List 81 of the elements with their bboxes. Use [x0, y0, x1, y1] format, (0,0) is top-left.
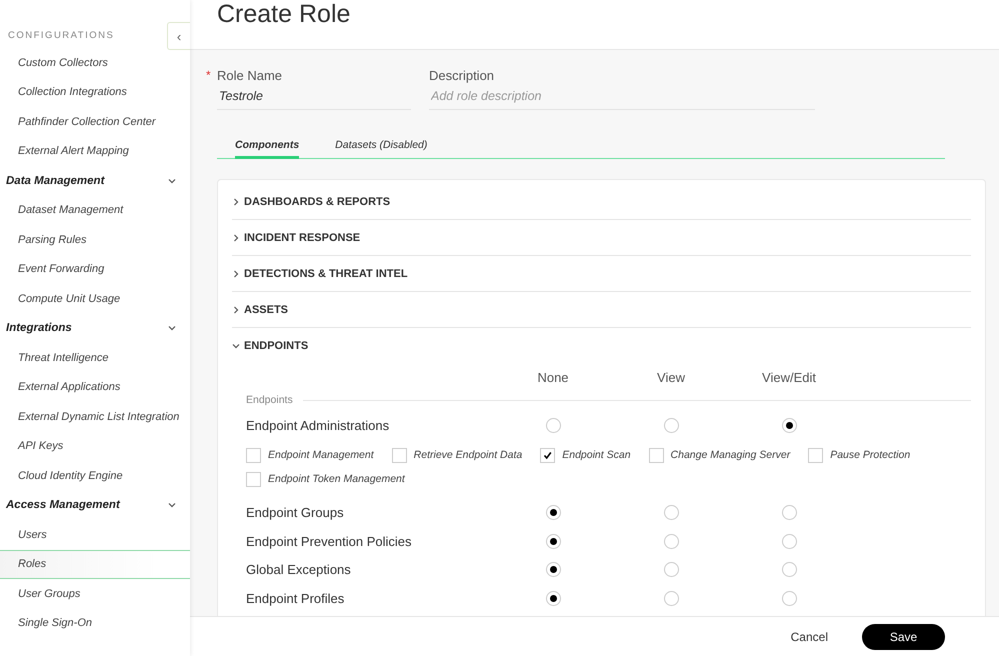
- radio-button[interactable]: [664, 590, 678, 606]
- sidebar-item[interactable]: Compute Unit Usage: [0, 284, 190, 314]
- group-title: Access Management: [6, 499, 120, 512]
- sidebar-item[interactable]: Roles: [0, 550, 190, 579]
- checkbox[interactable]: [246, 448, 261, 462]
- sidebar-item[interactable]: Parsing Rules: [0, 225, 190, 254]
- accordion-header[interactable]: ENDPOINTS: [232, 328, 971, 364]
- tab[interactable]: Components: [235, 135, 300, 159]
- accordion-header[interactable]: DETECTIONS & THREAT INTEL: [232, 256, 971, 292]
- radio-button[interactable]: [782, 590, 796, 606]
- sidebar-group[interactable]: Integrations: [0, 314, 190, 343]
- sidebar-item[interactable]: External Alert Mapping: [0, 136, 190, 166]
- permission-name: Endpoint Prevention Policies: [246, 532, 412, 551]
- accordion-title: INCIDENT RESPONSE: [244, 232, 360, 244]
- sidebar-item[interactable]: External Dynamic List Integration: [0, 402, 190, 432]
- sidebar-item[interactable]: Threat Intelligence: [0, 343, 190, 372]
- accordion-title: DETECTIONS & THREAT INTEL: [244, 268, 408, 280]
- cancel-button[interactable]: Cancel: [784, 628, 834, 644]
- accordion-title: ENDPOINTS: [244, 340, 308, 352]
- radio-button[interactable]: [664, 418, 678, 433]
- sidebar-item[interactable]: Single Sign-On: [0, 608, 190, 638]
- accordion-header[interactable]: DASHBOARDS & REPORTS: [232, 184, 971, 220]
- accordion-header[interactable]: ASSETS: [232, 292, 971, 328]
- group-label: Endpoints: [246, 394, 293, 406]
- column-header: View/Edit: [761, 369, 817, 387]
- required-mark: *: [206, 68, 211, 82]
- radio-button[interactable]: [664, 562, 678, 578]
- radio-button[interactable]: [664, 505, 678, 520]
- sidebar-item[interactable]: User Groups: [0, 579, 190, 608]
- checkbox[interactable]: [246, 472, 261, 486]
- checkbox-label: Change Managing Server: [670, 449, 790, 461]
- checkbox-label: Retrieve Endpoint Data: [414, 449, 522, 461]
- checkbox[interactable]: [808, 448, 824, 462]
- sidebar-item[interactable]: Custom Collectors: [0, 48, 190, 78]
- checkbox-label: Pause Protection: [830, 449, 910, 461]
- checkbox-label: Endpoint Management: [268, 449, 374, 461]
- radio-button[interactable]: [546, 590, 560, 606]
- field-label: Description: [429, 68, 496, 83]
- permission-name: Endpoint Groups: [246, 504, 345, 522]
- radio-button[interactable]: [782, 418, 796, 433]
- checkbox-label: Endpoint Token Management: [268, 473, 405, 485]
- checkbox[interactable]: [648, 448, 664, 462]
- sidebar-item[interactable]: Cloud Identity Engine: [0, 461, 190, 490]
- radio-button[interactable]: [782, 534, 796, 549]
- sidebar-item[interactable]: Dataset Management: [0, 196, 190, 225]
- accordion-header[interactable]: INCIDENT RESPONSE: [232, 220, 971, 256]
- collapse-sidebar-button[interactable]: ‹: [167, 22, 190, 50]
- radio-button[interactable]: [782, 562, 796, 578]
- radio-button[interactable]: [546, 562, 560, 578]
- sidebar-item[interactable]: Event Forwarding: [0, 254, 190, 284]
- sidebar-item[interactable]: Users: [0, 520, 190, 550]
- checkbox[interactable]: [540, 448, 556, 462]
- permission-name: Endpoint Administrations: [246, 416, 390, 435]
- accordion-title: ASSETS: [244, 304, 288, 316]
- sidebar-group[interactable]: Access Management: [0, 490, 190, 520]
- save-button[interactable]: Save: [862, 624, 945, 650]
- sidebar-item[interactable]: Pathfinder Collection Center: [0, 107, 190, 136]
- radio-button[interactable]: [546, 418, 560, 433]
- sidebar-item[interactable]: API Keys: [0, 432, 190, 461]
- check-icon: [543, 450, 552, 460]
- field-label: Role Name: [217, 68, 284, 83]
- group-title: Integrations: [6, 322, 72, 334]
- radio-button[interactable]: [782, 505, 796, 520]
- page-title: Create Role: [217, 0, 350, 28]
- sidebar-item[interactable]: Collection Integrations: [0, 78, 190, 107]
- sidebar-item[interactable]: External Applications: [0, 372, 190, 402]
- section-heading: CONFIGURATIONS: [7, 28, 116, 42]
- permission-name: Endpoint Profiles: [246, 590, 346, 608]
- column-header: View: [656, 369, 686, 387]
- radio-button[interactable]: [664, 534, 678, 549]
- radio-button[interactable]: [546, 534, 560, 549]
- role-name-field[interactable]: Testrole: [217, 89, 411, 103]
- permission-name: Global Exceptions: [246, 561, 352, 580]
- column-header: None: [536, 369, 570, 387]
- checkbox-label: Endpoint Scan: [562, 449, 631, 461]
- radio-button[interactable]: [546, 505, 560, 520]
- group-title: Data Management: [6, 174, 104, 187]
- sidebar-group[interactable]: Data Management: [0, 166, 190, 196]
- tab[interactable]: Datasets (Disabled): [335, 135, 428, 159]
- accordion-title: DASHBOARDS & REPORTS: [244, 196, 390, 208]
- checkbox[interactable]: [392, 448, 407, 462]
